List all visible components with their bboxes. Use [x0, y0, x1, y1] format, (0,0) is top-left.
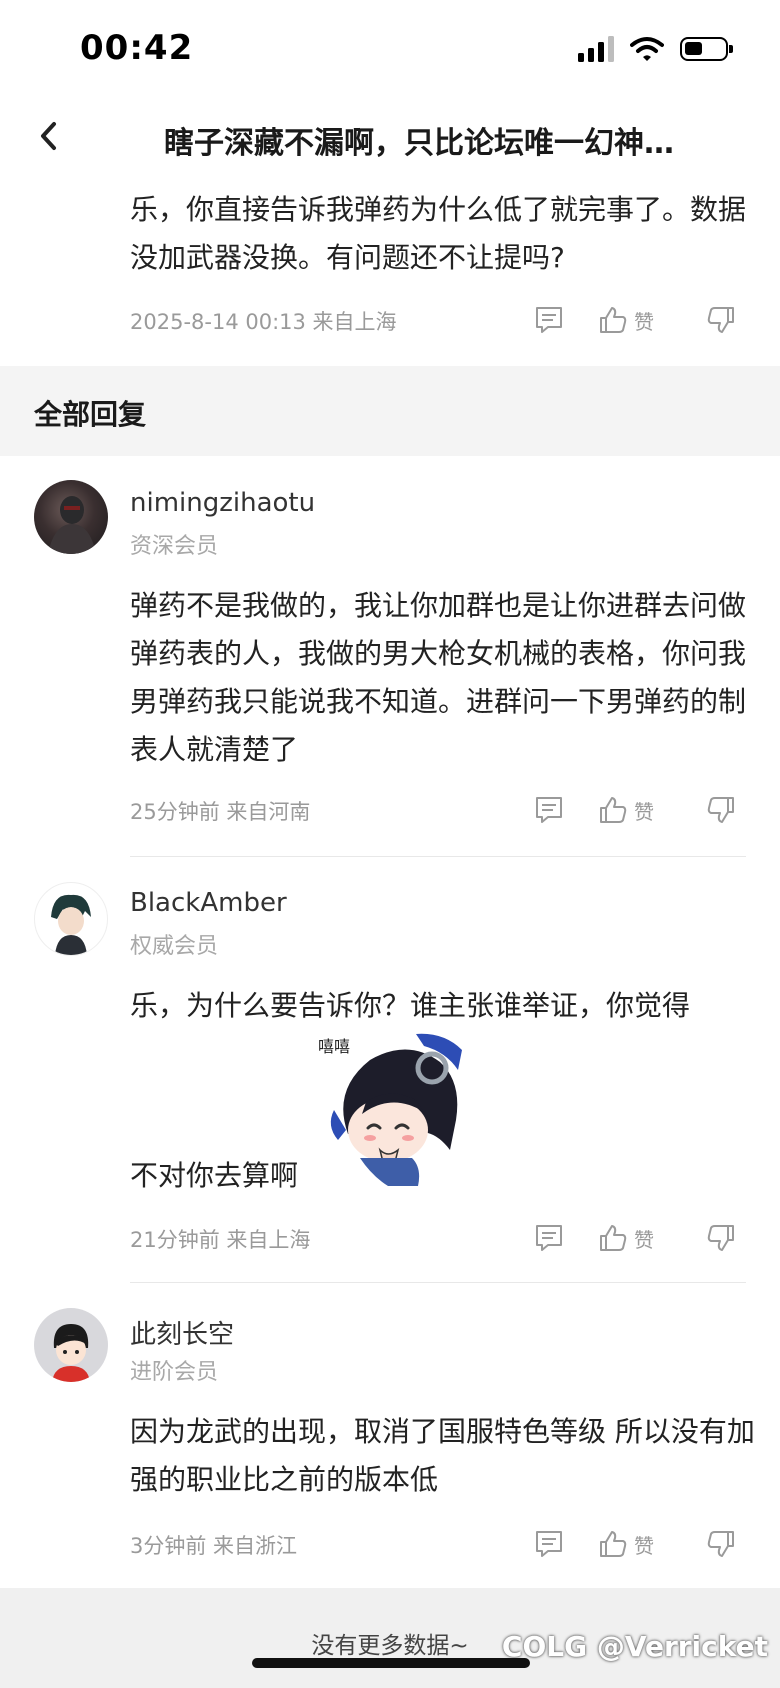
like-button[interactable]: 赞 [598, 1524, 654, 1564]
like-label: 赞 [634, 799, 654, 824]
wifi-icon [630, 37, 664, 61]
post-meta-row: 2025-8-14 00:13 来自上海 赞 [130, 300, 750, 340]
comment-icon [536, 797, 562, 823]
comment-button[interactable] [534, 1524, 564, 1564]
comment-icon [536, 1531, 562, 1557]
thumbs-down-icon [707, 307, 734, 333]
status-time: 00:42 [80, 28, 194, 68]
sticker-caption: 嘻嘻 [318, 1037, 350, 1056]
dislike-button[interactable] [706, 790, 736, 830]
like-label: 赞 [634, 309, 654, 334]
reply-username[interactable]: BlackAmber [130, 888, 287, 918]
thumbs-down-icon [707, 1225, 734, 1251]
reply-meta: 3分钟前 来自浙江 [130, 1534, 298, 1558]
comment-button[interactable] [534, 790, 564, 830]
thumbs-up-icon [600, 1531, 627, 1557]
watermark: COLG @Verricket [501, 1630, 768, 1663]
nav-bar: 瞎子深藏不漏啊，只比论坛唯一幻神… [0, 100, 780, 180]
chevron-left-icon[interactable] [30, 114, 66, 158]
home-indicator[interactable] [252, 1658, 530, 1668]
comment-icon [536, 1225, 562, 1251]
like-button[interactable]: 赞 [598, 1218, 654, 1258]
battery-level [685, 42, 702, 55]
thumbs-up-icon [600, 1225, 627, 1251]
reply-meta: 21分钟前 来自上海 [130, 1228, 311, 1252]
post-meta: 2025-8-14 00:13 来自上海 [130, 310, 397, 334]
reply-rank: 资深会员 [130, 534, 219, 559]
section-title: 全部回复 [34, 398, 147, 431]
status-icons [578, 36, 733, 62]
thumbs-down-icon [707, 1531, 734, 1557]
dislike-button[interactable] [706, 1218, 736, 1258]
battery-icon [680, 37, 733, 61]
reply-username[interactable]: 此刻长空 [130, 1314, 234, 1351]
reply-body-line-1: 乐，为什么要告诉你？谁主张谁举证，你觉得 [130, 989, 691, 1022]
status-bar: 00:42 [0, 0, 780, 100]
reply-rank: 进阶会员 [130, 1360, 219, 1385]
post-body: 乐，你直接告诉我弹药为什么低了就完事了。数据没加武器没换。有问题还不让提吗? [130, 193, 747, 274]
comment-button[interactable] [534, 300, 564, 340]
reply-username[interactable]: nimingzihaotu [130, 488, 315, 518]
all-replies-header: 全部回复 [0, 366, 780, 456]
avatar[interactable] [34, 882, 108, 956]
like-button[interactable]: 赞 [598, 300, 654, 340]
reply-meta-row: 3分钟前 来自浙江 赞 [130, 1524, 750, 1564]
reply-meta-row: 21分钟前 来自上海 赞 [130, 1218, 750, 1258]
reply-body-line-2: 不对你去算啊 [130, 1159, 299, 1192]
page-title: 瞎子深藏不漏啊，只比论坛唯一幻神… [164, 126, 674, 161]
reply-meta-row: 25分钟前 来自河南 赞 [130, 790, 750, 830]
divider [130, 1282, 746, 1283]
reply-body: 弹药不是我做的，我让你加群也是让你进群去问做弹药表的人，我做的男大枪女机械的表格… [130, 589, 747, 766]
like-label: 赞 [634, 1533, 654, 1558]
reply-rank: 权威会员 [130, 934, 219, 959]
thumbs-down-icon [707, 797, 734, 823]
comment-icon [536, 307, 562, 333]
reply-body: 因为龙武的出现，取消了国服特色等级 所以没有加强的职业比之前的版本低 [130, 1415, 755, 1496]
like-label: 赞 [634, 1227, 654, 1252]
dislike-button[interactable] [706, 300, 736, 340]
signal-icon [578, 36, 614, 62]
avatar[interactable] [34, 480, 108, 554]
avatar[interactable] [34, 1308, 108, 1382]
dislike-button[interactable] [706, 1524, 736, 1564]
reply-meta: 25分钟前 来自河南 [130, 800, 311, 824]
thumbs-up-icon [600, 307, 627, 333]
thumbs-up-icon [600, 797, 627, 823]
comment-button[interactable] [534, 1218, 564, 1258]
divider [130, 856, 746, 857]
like-button[interactable]: 赞 [598, 790, 654, 830]
